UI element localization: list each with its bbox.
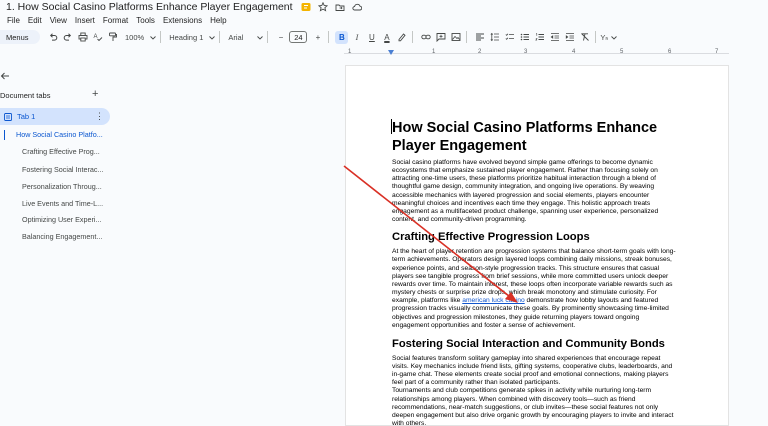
document-body[interactable]: How Social Casino Platforms Enhance Play… — [392, 119, 676, 425]
chevron-down-icon — [257, 33, 264, 42]
document-heading[interactable]: How Social Casino Platforms Enhance Play… — [392, 119, 676, 155]
clear-formatting-icon[interactable] — [578, 31, 591, 44]
tab-1[interactable]: Tab 1 ⋮ — [0, 108, 110, 125]
undo-icon[interactable] — [46, 31, 59, 44]
paint-format-icon[interactable] — [106, 31, 119, 44]
menu-bar: File Edit View Insert Format Tools Exten… — [0, 14, 228, 26]
menus-button[interactable]: Menus — [0, 30, 40, 44]
casino-link[interactable]: american luck casino — [462, 297, 524, 304]
intro-paragraph[interactable]: Social casino platforms have evolved bey… — [392, 159, 676, 224]
menu-view[interactable]: View — [50, 16, 67, 25]
menu-format[interactable]: Format — [103, 16, 128, 25]
print-icon[interactable] — [76, 31, 89, 44]
toolbar-divider — [219, 31, 221, 43]
decrease-indent-icon[interactable] — [548, 31, 561, 44]
tournaments-paragraph[interactable]: Tournaments and club competitions genera… — [392, 387, 676, 425]
outline-item[interactable]: Fostering Social Interac... — [22, 165, 104, 174]
menu-tools[interactable]: Tools — [136, 16, 155, 25]
outline-item[interactable]: Live Events and Time-L... — [22, 199, 103, 208]
font-select[interactable]: Arial — [228, 32, 264, 42]
chevron-down-icon — [150, 33, 157, 42]
outline-item[interactable]: Balancing Engagement... — [22, 232, 102, 241]
ruler-number: 1 — [348, 49, 352, 55]
toolbar-divider — [595, 31, 597, 43]
ruler-number: 1 — [432, 49, 436, 55]
zoom-value: 100% — [125, 32, 145, 42]
outline-item[interactable]: How Social Casino Platfo... — [16, 130, 103, 139]
toolbar-divider — [267, 31, 269, 43]
chevron-down-icon — [611, 33, 618, 42]
title-bar: 1. How Social Casino Platforms Enhance P… — [0, 0, 768, 14]
toolbar-divider — [412, 31, 414, 43]
indent-marker[interactable] — [388, 50, 394, 55]
line-spacing-icon[interactable] — [488, 31, 501, 44]
move-folder-icon[interactable] — [335, 2, 345, 12]
font-value: Arial — [228, 32, 244, 42]
increase-font-size-button[interactable]: + — [311, 31, 324, 44]
menu-edit[interactable]: Edit — [28, 16, 42, 25]
progression-paragraph[interactable]: At the heart of player retention are pro… — [392, 248, 676, 330]
input-tools-label: Yₕ — [600, 32, 609, 42]
ruler[interactable]: 1 1 2 3 4 5 6 7 — [344, 49, 729, 59]
insert-image-icon[interactable] — [449, 31, 462, 44]
numbered-list-icon[interactable] — [533, 31, 546, 44]
outline-item[interactable]: Personalization Throug... — [22, 182, 102, 191]
add-tab-button[interactable]: + — [92, 88, 98, 100]
ruler-number: 2 — [478, 49, 482, 55]
menu-insert[interactable]: Insert — [75, 16, 95, 25]
checklist-icon[interactable] — [503, 31, 516, 44]
svg-text:A: A — [93, 34, 97, 40]
document-page[interactable]: How Social Casino Platforms Enhance Play… — [345, 65, 729, 426]
document-icon — [4, 112, 12, 121]
document-tabs-header: Document tabs — [0, 91, 51, 100]
style-select[interactable]: Heading 1 — [169, 32, 216, 42]
menu-extensions[interactable]: Extensions — [163, 16, 202, 25]
insert-link-icon[interactable] — [419, 31, 432, 44]
spellcheck-icon[interactable]: A — [91, 31, 104, 44]
toolbar-divider — [328, 31, 330, 43]
align-left-icon[interactable] — [473, 31, 486, 44]
style-value: Heading 1 — [169, 32, 204, 42]
social-paragraph[interactable]: Social features transform solitary gamep… — [392, 355, 676, 388]
toolbar-divider — [466, 31, 468, 43]
ruler-number: 7 — [715, 49, 719, 55]
outline-item[interactable]: Crafting Effective Prog... — [22, 147, 100, 156]
add-comment-icon[interactable] — [434, 31, 447, 44]
title-icons — [301, 2, 362, 12]
increase-indent-icon[interactable] — [563, 31, 576, 44]
tab-1-label: Tab 1 — [17, 112, 36, 121]
outline-item[interactable]: Optimizing User Experi... — [22, 215, 101, 224]
text-color-button[interactable]: A — [380, 31, 393, 44]
input-tools-select[interactable]: Yₕ — [600, 32, 618, 42]
chevron-down-icon — [209, 33, 216, 42]
highlight-icon[interactable] — [395, 31, 408, 44]
ruler-number: 3 — [524, 49, 528, 55]
back-arrow-icon[interactable] — [0, 67, 10, 80]
document-title[interactable]: 1. How Social Casino Platforms Enhance P… — [6, 1, 293, 13]
italic-button[interactable]: I — [350, 31, 363, 44]
decrease-font-size-button[interactable]: − — [274, 31, 287, 44]
section-heading[interactable]: Fostering Social Interaction and Communi… — [392, 337, 676, 351]
ruler-number: 6 — [668, 49, 672, 55]
bulleted-list-icon[interactable] — [518, 31, 531, 44]
font-size-input[interactable]: 24 — [289, 31, 308, 43]
tab-options-button[interactable]: ⋮ — [95, 111, 104, 122]
menu-help[interactable]: Help — [210, 16, 226, 25]
toolbar-divider — [160, 31, 162, 43]
section-heading[interactable]: Crafting Effective Progression Loops — [392, 230, 676, 244]
toolbar: Menus A 100% Heading 1 Arial − 24 + B I … — [0, 29, 768, 45]
ruler-number: 5 — [620, 49, 624, 55]
underline-button[interactable]: U — [365, 31, 378, 44]
zoom-select[interactable]: 100% — [125, 32, 157, 42]
star-icon[interactable] — [317, 2, 328, 12]
menu-file[interactable]: File — [7, 16, 20, 25]
bold-button[interactable]: B — [335, 30, 349, 44]
label-icon[interactable] — [301, 2, 311, 12]
redo-icon[interactable] — [61, 31, 74, 44]
ruler-number: 4 — [572, 49, 576, 55]
cloud-status-icon[interactable] — [352, 2, 362, 12]
outline-active-indicator — [4, 130, 5, 140]
paragraph-text: At the heart of player retention are pro… — [392, 248, 676, 305]
scrollbar-area[interactable] — [758, 65, 768, 426]
